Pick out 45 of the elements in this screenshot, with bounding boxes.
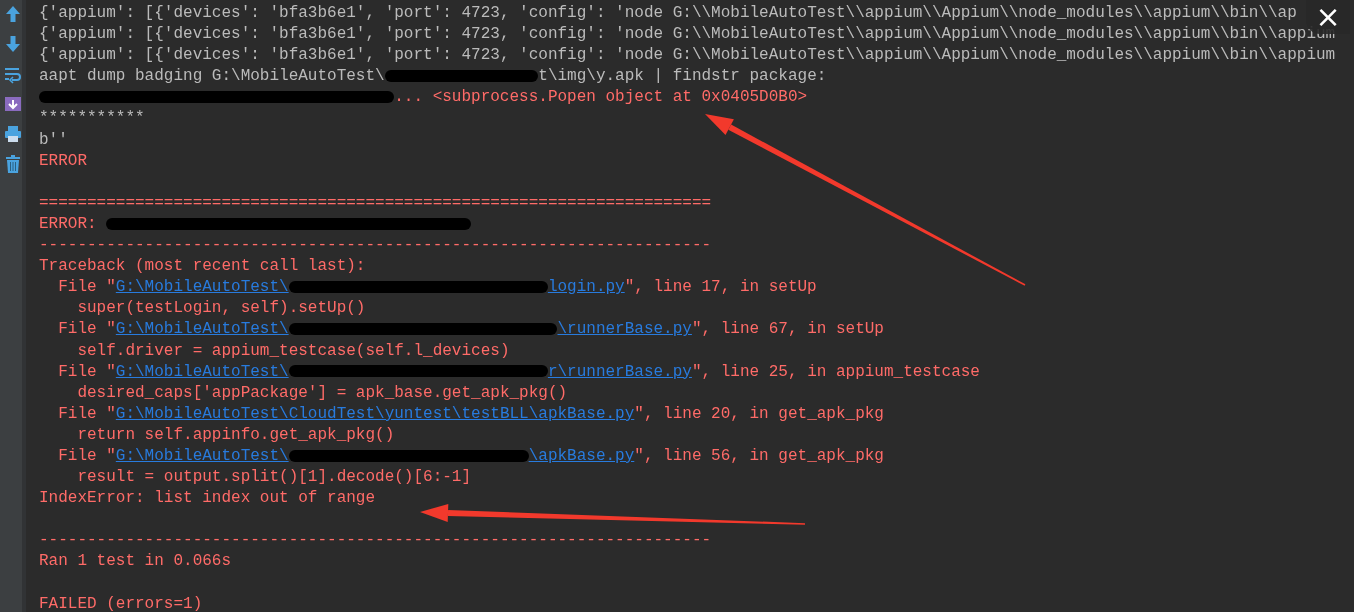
file-link[interactable]: login.py	[547, 278, 625, 297]
console-text: ----------------------------------------------------------------------	[39, 531, 712, 550]
console-text: ======================================================================	[39, 193, 712, 212]
console-text: File "	[57, 320, 116, 339]
console-text: ", line 67, in setUp	[691, 320, 884, 339]
console-text: File "	[57, 446, 116, 465]
console-text: ", line 20, in get_apk_pkg	[634, 404, 884, 423]
console-text: t\img\y.apk | findstr package:	[538, 67, 827, 86]
console-text: ----------------------------------------------------------------------	[39, 236, 712, 255]
console-text: File "	[57, 362, 116, 381]
console-text: ", line 25, in appium_testcase	[691, 362, 980, 381]
console-text: ERROR:	[39, 214, 98, 233]
console-text: ***********	[39, 109, 145, 128]
trash-icon[interactable]	[3, 154, 23, 174]
console-text: IndexError: list index out of range	[39, 489, 376, 508]
console-text: Ran 1 test in 0.066s	[39, 552, 232, 571]
print-icon[interactable]	[3, 124, 23, 144]
file-link[interactable]: G:\MobileAutoTest\	[115, 278, 289, 297]
console-text: b''	[39, 130, 68, 149]
console-text: self.driver = appium_testcase(self.l_devices)	[76, 341, 510, 360]
console-text: result = output.split()[1].decode()[6:-1]	[76, 468, 472, 487]
console-text: FAILED (errors=1)	[39, 594, 203, 612]
file-link[interactable]: \runnerBase.py	[557, 320, 692, 339]
console-text: super(testLogin, self).setUp()	[76, 299, 366, 318]
up-arrow-icon[interactable]	[3, 4, 23, 24]
console-text: File "	[57, 278, 116, 297]
console-text: aapt dump badging G:\MobileAutoTest\	[39, 67, 385, 86]
console-text: {'appium': [{'devices': 'bfa3b6e1', 'port': 4723, 'config': 'node G:\\MobileAutoTest\\appium\\Appium\\node_modules\\appium\\bin\\ap	[39, 4, 1297, 22]
console-text: ", line 56, in get_apk_pkg	[634, 446, 884, 465]
file-link[interactable]: G:\MobileAutoTest\CloudTest\yuntest\testBLL\apkBase.py	[115, 404, 635, 423]
file-link[interactable]: G:\MobileAutoTest\	[115, 320, 289, 339]
console-text: ", line 17, in setUp	[624, 278, 817, 297]
file-link[interactable]: G:\MobileAutoTest\	[115, 362, 289, 381]
console-text: {'appium': [{'devices': 'bfa3b6e1', 'port': 4723, 'config': 'node G:\\MobileAutoTest\\appium\\Appium\\node_modules\\appium\\bin\\appium	[39, 46, 1336, 65]
console-text: desired_caps['appPackage'] = apk_base.get_apk_pkg()	[76, 383, 568, 402]
console-text: File "	[57, 404, 116, 423]
console-text: return self.appinfo.get_apk_pkg()	[76, 425, 395, 444]
file-link[interactable]: \apkBase.py	[528, 446, 635, 465]
console-text: Traceback (most recent call last):	[39, 257, 366, 276]
scroll-to-end-icon[interactable]	[3, 94, 23, 114]
down-arrow-icon[interactable]	[3, 34, 23, 54]
console-text: ERROR	[39, 151, 87, 170]
file-link[interactable]: G:\MobileAutoTest\	[115, 446, 289, 465]
file-link[interactable]: r\runnerBase.py	[547, 362, 692, 381]
console-text: ... <subprocess.Popen object at 0x0405D0B0>	[394, 88, 808, 107]
